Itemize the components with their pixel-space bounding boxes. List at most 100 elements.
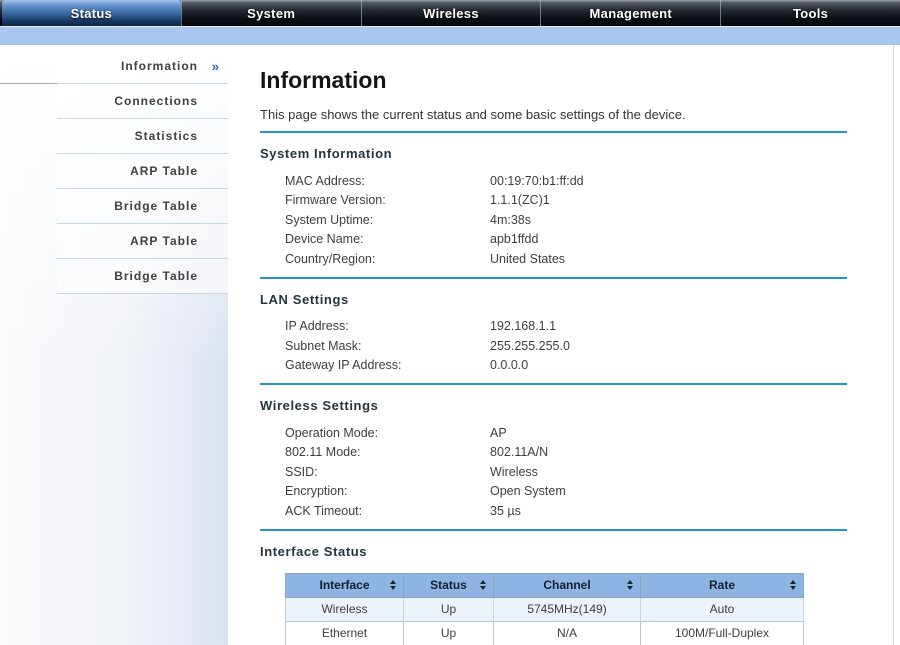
kv-row-system-uptime: System Uptime: 4m:38s xyxy=(285,210,847,230)
kv-row-ack-timeout: ACK Timeout: 35 µs xyxy=(285,501,847,521)
sidebar-item-connections-label: Connections xyxy=(114,94,198,108)
column-header-rate-label: Rate xyxy=(708,578,735,592)
sidebar: Information » Connections Statistics ARP… xyxy=(0,45,228,645)
tab-system-label: System xyxy=(247,5,296,21)
table-header-row: Interface Status Channel Rate xyxy=(285,572,804,598)
column-header-status[interactable]: Status xyxy=(403,572,494,598)
divider-rule xyxy=(260,131,847,133)
page-subtitle: This page shows the current status and s… xyxy=(260,107,686,122)
subheader-bar xyxy=(0,26,900,45)
table-row-ethernet: Ethernet Up N/A 100M/Full-Duplex xyxy=(285,620,804,645)
wireless-settings-rows: Operation Mode: AP 802.11 Mode: 802.11A/… xyxy=(285,423,847,521)
sidebar-item-arp-table-2-label: ARP Table xyxy=(130,234,198,248)
firmware-version-value: 1.1.1(ZC)1 xyxy=(490,193,550,208)
mac-address-value: 00:19:70:b1:ff:dd xyxy=(490,173,584,188)
mac-address-label: MAC Address: xyxy=(285,173,365,188)
divider-rule xyxy=(260,528,847,531)
kv-row-encryption: Encryption: Open System xyxy=(285,482,847,502)
sort-icon[interactable] xyxy=(627,580,633,590)
tab-tools-label: Tools xyxy=(792,5,829,21)
column-header-channel-label: Channel xyxy=(543,578,591,592)
kv-row-mac-address: MAC Address: 00:19:70:b1:ff:dd xyxy=(285,171,847,191)
80211-mode-value: 802.11A/N xyxy=(490,445,549,460)
column-header-rate[interactable]: Rate xyxy=(640,572,804,598)
divider-rule xyxy=(260,383,847,385)
ssid-label: SSID: xyxy=(285,464,318,479)
ip-address-value: 192.168.1.1 xyxy=(490,319,557,334)
interface-status-table: Interface Status Channel Rate Wireless U… xyxy=(285,572,804,645)
country-region-label: Country/Region: xyxy=(285,251,376,266)
kv-row-gateway-ip-address: Gateway IP Address: 0.0.0.0 xyxy=(285,356,847,376)
ack-timeout-label: ACK Timeout: xyxy=(285,503,363,518)
sidebar-item-arp-table-label: ARP Table xyxy=(130,164,198,178)
kv-row-firmware-version: Firmware Version: 1.1.1(ZC)1 xyxy=(285,191,847,211)
80211-mode-label: 802.11 Mode: xyxy=(285,445,361,460)
wireless-status-cell: Up xyxy=(403,596,494,622)
sidebar-item-bridge-table[interactable]: Bridge Table xyxy=(57,189,228,224)
sidebar-item-arp-table-2[interactable]: ARP Table xyxy=(57,224,228,259)
sort-icon[interactable] xyxy=(390,580,396,590)
operation-mode-label: Operation Mode: xyxy=(285,425,379,440)
gateway-ip-address-value: 0.0.0.0 xyxy=(490,358,529,373)
section-heading-lan-settings: LAN Settings xyxy=(260,291,349,307)
tab-management-label: Management xyxy=(589,5,673,21)
section-heading-wireless-settings: Wireless Settings xyxy=(260,398,379,413)
sidebar-item-arp-table[interactable]: ARP Table xyxy=(57,154,228,189)
tab-wireless-label: Wireless xyxy=(423,5,479,21)
sort-icon[interactable] xyxy=(480,580,486,590)
ack-timeout-value: 35 µs xyxy=(490,503,521,518)
kv-row-operation-mode: Operation Mode: AP xyxy=(285,423,847,443)
table-row-wireless: Wireless Up 5745MHz(149) Auto xyxy=(285,596,804,622)
sidebar-item-bridge-table-2[interactable]: Bridge Table xyxy=(57,259,228,294)
sidebar-item-connections[interactable]: Connections xyxy=(57,84,228,119)
kv-row-device-name: Device Name: apb1ffdd xyxy=(285,230,847,250)
ethernet-rate-cell: 100M/Full-Duplex xyxy=(640,620,804,645)
router-admin-window: Status System Wireless Management Tools … xyxy=(0,0,900,645)
kv-row-80211-mode: 802.11 Mode: 802.11A/N xyxy=(285,443,847,463)
sidebar-item-information[interactable]: Information » xyxy=(0,49,228,84)
ethernet-channel-cell: N/A xyxy=(493,620,641,645)
ethernet-interface-cell: Ethernet xyxy=(285,620,404,645)
subnet-mask-value: 255.255.255.0 xyxy=(490,338,570,353)
column-header-interface-label: Interface xyxy=(319,578,370,592)
country-region-value: United States xyxy=(490,251,566,266)
sidebar-item-bridge-table-label: Bridge Table xyxy=(114,199,198,213)
column-header-status-label: Status xyxy=(430,578,467,592)
main-content: Information This page shows the current … xyxy=(228,45,900,645)
gateway-ip-address-label: Gateway IP Address: xyxy=(285,358,402,373)
tab-management[interactable]: Management xyxy=(540,0,720,26)
system-uptime-label: System Uptime: xyxy=(285,212,374,227)
column-header-channel[interactable]: Channel xyxy=(493,572,641,598)
sidebar-item-statistics[interactable]: Statistics xyxy=(57,119,228,154)
device-name-value: apb1ffdd xyxy=(490,232,539,247)
ip-address-label: IP Address: xyxy=(285,319,349,334)
sidebar-item-bridge-table-2-label: Bridge Table xyxy=(114,269,198,283)
sidebar-item-information-label: Information xyxy=(121,59,198,73)
sidebar-item-statistics-label: Statistics xyxy=(134,129,198,143)
ethernet-status-cell: Up xyxy=(403,620,494,645)
tab-system[interactable]: System xyxy=(180,0,361,26)
system-information-rows: MAC Address: 00:19:70:b1:ff:dd Firmware … xyxy=(285,171,847,269)
encryption-value: Open System xyxy=(490,484,566,499)
wireless-interface-cell: Wireless xyxy=(285,596,404,622)
kv-row-country-region: Country/Region: United States xyxy=(285,249,847,269)
tab-wireless[interactable]: Wireless xyxy=(360,0,541,26)
tab-status-label: Status xyxy=(70,5,113,21)
wireless-channel-cell: 5745MHz(149) xyxy=(493,596,641,622)
section-heading-interface-status: Interface Status xyxy=(260,543,368,559)
kv-row-ssid: SSID: Wireless xyxy=(285,462,847,482)
section-heading-system-information: System Information xyxy=(260,146,393,161)
ssid-value: Wireless xyxy=(490,464,538,479)
divider-rule xyxy=(260,276,847,279)
kv-row-subnet-mask: Subnet Mask: 255.255.255.0 xyxy=(285,336,847,356)
firmware-version-label: Firmware Version: xyxy=(285,193,386,208)
encryption-label: Encryption: xyxy=(285,484,348,499)
kv-row-ip-address: IP Address: 192.168.1.1 xyxy=(285,317,847,337)
top-nav: Status System Wireless Management Tools xyxy=(0,0,900,26)
sidebar-menu: Information » Connections Statistics ARP… xyxy=(0,49,228,294)
column-header-interface[interactable]: Interface xyxy=(285,572,404,598)
page-title: Information xyxy=(260,67,387,93)
tab-status[interactable]: Status xyxy=(2,0,181,26)
tab-tools[interactable]: Tools xyxy=(720,0,900,26)
sort-icon[interactable] xyxy=(790,580,796,590)
